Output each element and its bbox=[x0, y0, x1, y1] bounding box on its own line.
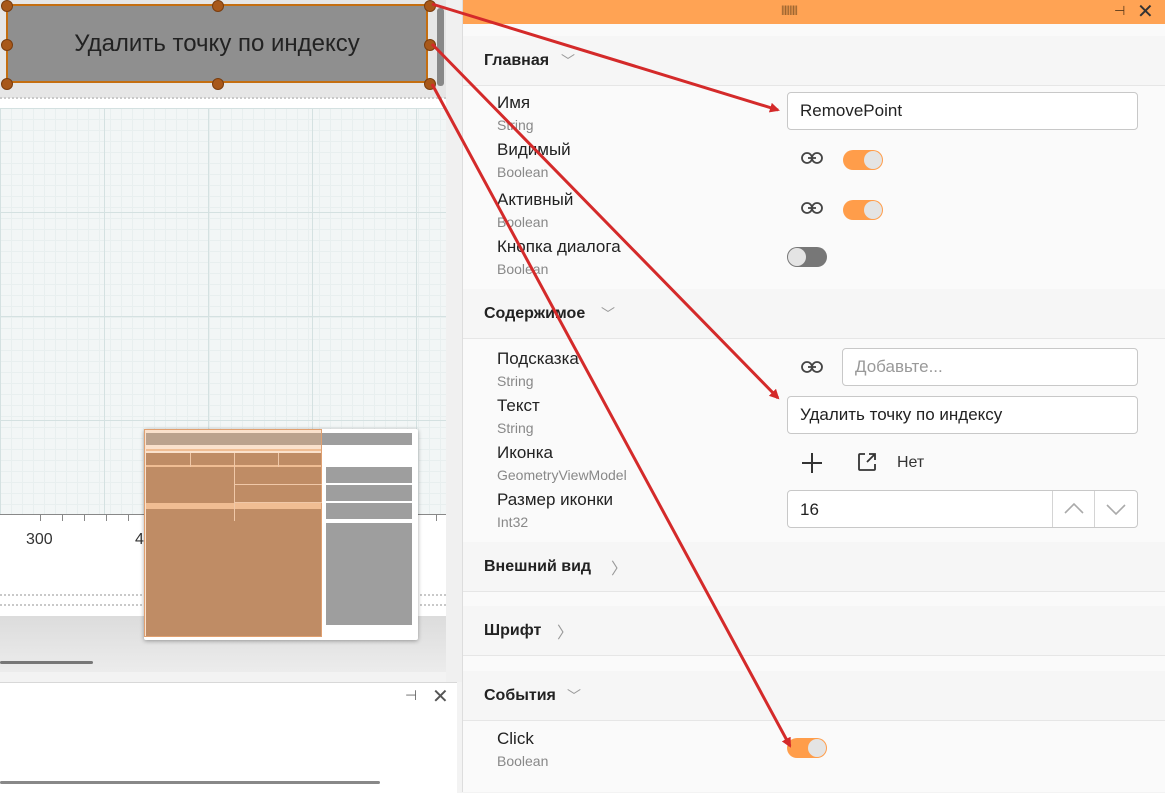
prop-visible-type: Boolean bbox=[497, 164, 549, 180]
icon-size-stepper[interactable]: 16 bbox=[787, 490, 1138, 528]
resize-handle-right[interactable] bbox=[424, 39, 436, 51]
resize-handle-top-left[interactable] bbox=[1, 0, 13, 12]
prop-dialog-button-type: Boolean bbox=[497, 261, 549, 277]
link-icon[interactable] bbox=[800, 200, 824, 216]
selected-button-label: Удалить точку по индексу bbox=[74, 29, 360, 57]
section-main[interactable]: Главная ﹀ bbox=[463, 36, 1165, 86]
prop-active-type: Boolean bbox=[497, 214, 549, 230]
prop-dialog-button-label: Кнопка диалога bbox=[497, 237, 621, 256]
section-main-title: Главная bbox=[484, 51, 550, 69]
section-events[interactable]: События ﹀ bbox=[463, 671, 1165, 721]
canvas-horizontal-scrollbar[interactable] bbox=[0, 661, 93, 664]
properties-panel-header[interactable]: |||||||||| ⊣ ✕ bbox=[463, 0, 1165, 24]
section-content[interactable]: Содержимое ﹀ bbox=[463, 289, 1165, 339]
panel-splitter[interactable] bbox=[446, 0, 462, 682]
chevron-down-icon bbox=[1106, 504, 1126, 516]
chevron-down-icon: ﹀ bbox=[567, 687, 581, 704]
stepper-down-button[interactable] bbox=[1094, 491, 1137, 527]
add-icon[interactable] bbox=[800, 451, 824, 475]
properties-panel: |||||||||| ⊣ ✕ Главная ﹀ Имя String Remo… bbox=[462, 0, 1165, 792]
minimap-viewport[interactable] bbox=[144, 429, 322, 637]
prop-icon-size-label: Размер иконки bbox=[497, 490, 614, 509]
resize-handle-bottom-right[interactable] bbox=[424, 78, 436, 90]
name-input[interactable]: RemovePoint bbox=[787, 92, 1138, 130]
section-font[interactable]: Шрифт 〉 bbox=[463, 606, 1165, 656]
active-toggle[interactable] bbox=[843, 200, 883, 220]
prop-icon-size-type: Int32 bbox=[497, 514, 529, 530]
prop-visible-label: Видимый bbox=[497, 140, 571, 159]
section-appearance[interactable]: Внешний вид 〉 bbox=[463, 542, 1165, 592]
prop-tooltip-label: Подсказка bbox=[497, 349, 579, 368]
pin-icon[interactable]: ⊣ bbox=[1114, 3, 1125, 19]
click-event-toggle[interactable] bbox=[787, 738, 827, 758]
bottom-panel-scrollbar[interactable] bbox=[0, 781, 380, 784]
prop-name-type: String bbox=[497, 117, 534, 133]
chevron-down-icon: ﹀ bbox=[601, 305, 615, 322]
prop-tooltip-type: String bbox=[497, 373, 534, 389]
prop-icon-type: GeometryViewModel bbox=[497, 467, 627, 483]
visible-toggle[interactable] bbox=[843, 150, 883, 170]
name-input-value: RemovePoint bbox=[800, 101, 903, 120]
bottom-dock-panel: ⊣ ✕ bbox=[0, 682, 457, 793]
chevron-up-icon bbox=[1064, 502, 1084, 514]
canvas-guide-top bbox=[0, 97, 446, 99]
prop-name-label: Имя bbox=[497, 93, 531, 112]
prop-click-label: Click bbox=[497, 729, 534, 748]
selected-remove-point-button[interactable]: Удалить точку по индексу bbox=[6, 4, 428, 83]
resize-handle-top[interactable] bbox=[212, 0, 224, 12]
close-icon[interactable]: ✕ bbox=[432, 684, 449, 709]
tooltip-input-placeholder: Добавьте... bbox=[855, 357, 943, 376]
tooltip-input[interactable]: Добавьте... bbox=[842, 348, 1138, 386]
stepper-up-button[interactable] bbox=[1052, 491, 1095, 527]
open-external-icon[interactable] bbox=[857, 452, 877, 472]
canvas-vertical-scrollbar[interactable] bbox=[437, 8, 444, 86]
chevron-down-icon: ﹀ bbox=[561, 52, 575, 69]
icon-value: Нет bbox=[897, 454, 925, 471]
ruler-label-300: 300 bbox=[26, 531, 53, 548]
pin-icon[interactable]: ⊣ bbox=[405, 687, 417, 704]
section-font-title: Шрифт bbox=[484, 621, 542, 639]
prop-click-type: Boolean bbox=[497, 753, 549, 769]
icon-size-value: 16 bbox=[800, 500, 819, 519]
link-icon[interactable] bbox=[800, 359, 824, 375]
prop-icon-label: Иконка bbox=[497, 443, 553, 462]
section-events-title: События bbox=[484, 686, 556, 704]
drag-grip-icon[interactable]: |||||||||| bbox=[781, 5, 798, 16]
prop-active-label: Активный bbox=[497, 190, 574, 209]
dialog-button-toggle[interactable] bbox=[787, 247, 827, 267]
section-content-title: Содержимое bbox=[484, 304, 586, 322]
chevron-right-icon: 〉 bbox=[557, 624, 574, 642]
link-icon[interactable] bbox=[800, 150, 824, 166]
chevron-right-icon: 〉 bbox=[611, 560, 628, 578]
resize-handle-bottom-left[interactable] bbox=[1, 78, 13, 90]
resize-handle-left[interactable] bbox=[1, 39, 13, 51]
text-input-value: Удалить точку по индексу bbox=[800, 405, 1003, 424]
resize-handle-bottom[interactable] bbox=[212, 78, 224, 90]
canvas-minimap[interactable] bbox=[144, 429, 418, 640]
prop-text-label: Текст bbox=[497, 396, 540, 415]
close-icon[interactable]: ✕ bbox=[1137, 0, 1154, 24]
resize-handle-top-right[interactable] bbox=[424, 0, 436, 12]
design-canvas[interactable]: 300 4 Удалить точку по индексу bbox=[0, 0, 446, 672]
ruler-label-400: 4 bbox=[135, 531, 144, 548]
text-input[interactable]: Удалить точку по индексу bbox=[787, 396, 1138, 434]
prop-text-type: String bbox=[497, 420, 534, 436]
section-appearance-title: Внешний вид bbox=[484, 557, 592, 575]
